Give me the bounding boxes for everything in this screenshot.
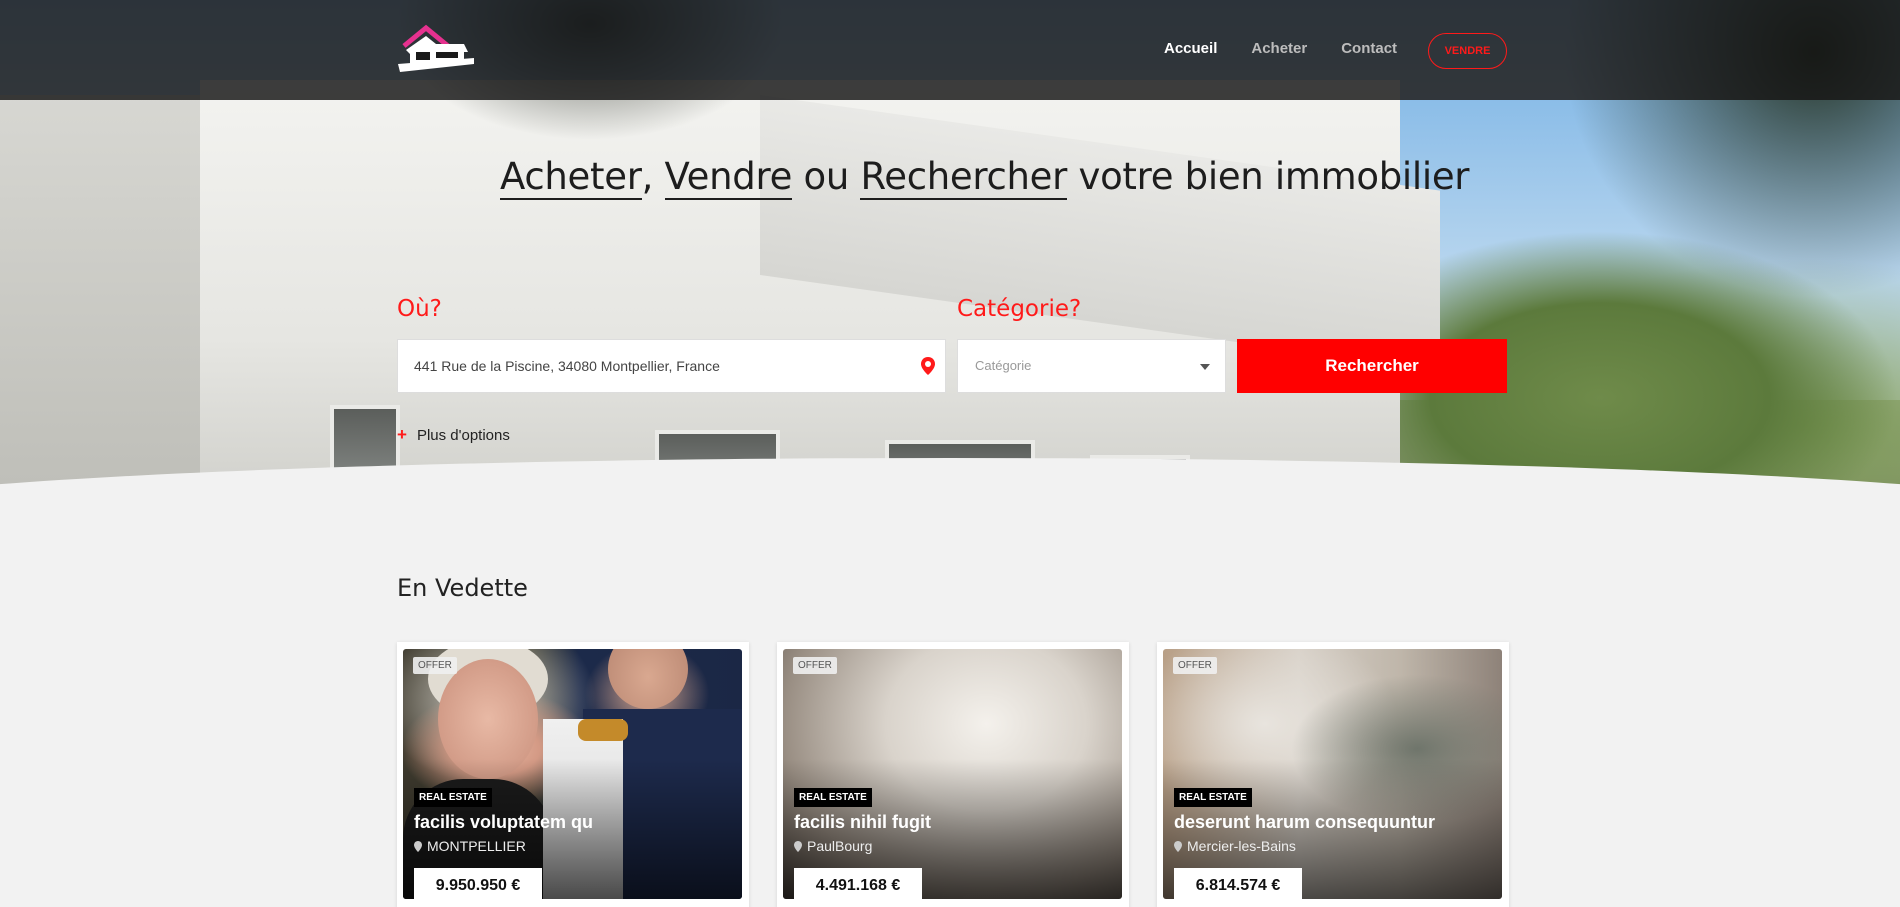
property-photo[interactable]: OFFER REAL ESTATE facilis nihil fugit Pa… [783,649,1122,899]
property-title[interactable]: facilis voluptatem qu [414,812,593,833]
location-label: MONTPELLIER [427,838,526,854]
location-pin-icon [794,840,802,852]
hero-headline: Acheter, Vendre ou Rechercher votre bien… [500,155,1470,200]
price-badge: 4.491.168 € [794,868,922,899]
headline-link-vendre[interactable]: Vendre [664,155,792,200]
price-badge: 9.950.950 € [414,868,542,899]
property-card[interactable]: OFFER REAL ESTATE facilis voluptatem qu … [397,642,749,907]
more-options-label: Plus d'options [416,426,510,444]
property-title[interactable]: facilis nihil fugit [794,812,931,833]
location-label: Mercier-les-Bains [1187,838,1296,854]
address-input[interactable]: 441 Rue de la Piscine, 34080 Montpellier… [397,339,946,393]
map-pin-icon[interactable] [921,357,935,375]
headline-separator: , [641,155,665,198]
nav-menu: Accueil Acheter Contact [1164,40,1431,57]
category-label: Catégorie? [957,296,1082,322]
headline-separator: ou [792,155,861,198]
more-options-toggle[interactable]: + Plus d'options [397,425,510,445]
navbar: Accueil Acheter Contact VENDRE [0,0,1900,100]
search-button[interactable]: Rechercher [1237,339,1507,393]
sell-button[interactable]: VENDRE [1428,33,1507,69]
property-location: Mercier-les-Bains [1174,838,1296,854]
offer-badge: OFFER [793,657,837,674]
caret-down-icon[interactable] [1200,364,1210,370]
nav-link-accueil[interactable]: Accueil [1164,40,1217,57]
location-pin-icon [414,840,422,852]
offer-badge: OFFER [1173,657,1217,674]
property-card[interactable]: OFFER REAL ESTATE deserunt harum consequ… [1157,642,1509,907]
property-location: PaulBourg [794,838,872,854]
nav-link-contact[interactable]: Contact [1341,40,1397,57]
headline-link-acheter[interactable]: Acheter [500,155,642,200]
offer-badge: OFFER [413,657,457,674]
headline-link-rechercher[interactable]: Rechercher [860,155,1067,200]
nav-link-acheter[interactable]: Acheter [1251,40,1307,57]
property-title[interactable]: deserunt harum consequuntur [1174,812,1435,833]
photo-shape [608,649,688,709]
price-badge: 6.814.574 € [1174,868,1302,899]
logo-house-icon[interactable] [396,24,476,76]
location-label: PaulBourg [807,838,873,854]
plus-icon: + [397,425,407,444]
headline-rest: votre bien immobilier [1067,155,1470,198]
category-badge: REAL ESTATE [414,788,492,807]
where-label: Où? [397,296,442,322]
photo-shape [578,719,628,741]
featured-section-title: En Vedette [397,574,528,602]
category-badge: REAL ESTATE [1174,788,1252,807]
location-pin-icon [1174,840,1182,852]
property-location: MONTPELLIER [414,838,526,854]
category-select[interactable]: Catégorie [957,339,1226,393]
property-photo[interactable]: OFFER REAL ESTATE facilis voluptatem qu … [403,649,742,899]
property-card[interactable]: OFFER REAL ESTATE facilis nihil fugit Pa… [777,642,1129,907]
property-photo[interactable]: OFFER REAL ESTATE deserunt harum consequ… [1163,649,1502,899]
category-badge: REAL ESTATE [794,788,872,807]
